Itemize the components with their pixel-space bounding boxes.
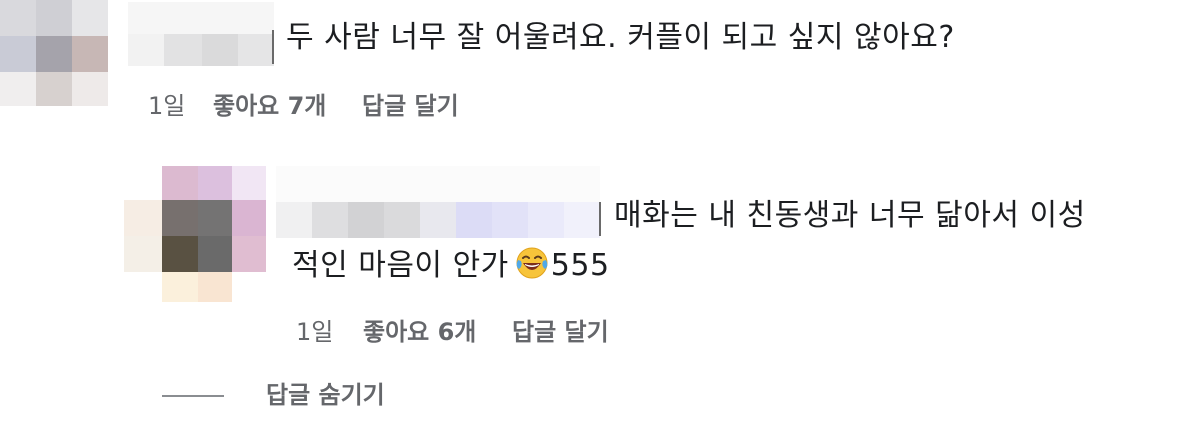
reply-reply-button[interactable]: 답글 달기 bbox=[512, 318, 609, 346]
reply-username-edge bbox=[599, 202, 601, 236]
hide-replies-button[interactable]: 답글 숨기기 bbox=[266, 380, 385, 410]
reply-button[interactable]: 답글 달기 bbox=[362, 92, 459, 120]
reply-text-line1: 매화는 내 친동생과 너무 닮아서 이성 bbox=[614, 198, 1086, 233]
comment-meta: 1일 좋아요 7개 답글 달기 bbox=[148, 91, 459, 121]
avatar-blurred[interactable] bbox=[0, 0, 110, 110]
reply-avatar-blurred[interactable] bbox=[124, 166, 268, 302]
reply-suffix: 555 bbox=[550, 248, 610, 283]
username-blurred[interactable] bbox=[128, 2, 274, 66]
comment-time[interactable]: 1일 bbox=[148, 92, 185, 120]
reply-text-line2: 적인 마음이 안가 555 bbox=[292, 246, 610, 286]
comment-text: 두 사람 너무 잘 어울려요. 커플이 되고 싶지 않아요? bbox=[286, 20, 955, 55]
reply-username-blurred[interactable] bbox=[276, 166, 600, 238]
like-count-link[interactable]: 좋아요 7개 bbox=[213, 92, 326, 120]
reply-like-count-link[interactable]: 좋아요 6개 bbox=[363, 318, 476, 346]
username-edge bbox=[272, 30, 274, 64]
reply-meta: 1일 좋아요 6개 답글 달기 bbox=[296, 317, 609, 347]
reply-time[interactable]: 1일 bbox=[296, 318, 333, 346]
reply-text-line2-body: 적인 마음이 안가 bbox=[292, 248, 509, 283]
laughing-with-tears-emoji-icon bbox=[515, 246, 549, 280]
hide-replies-divider bbox=[162, 395, 224, 397]
